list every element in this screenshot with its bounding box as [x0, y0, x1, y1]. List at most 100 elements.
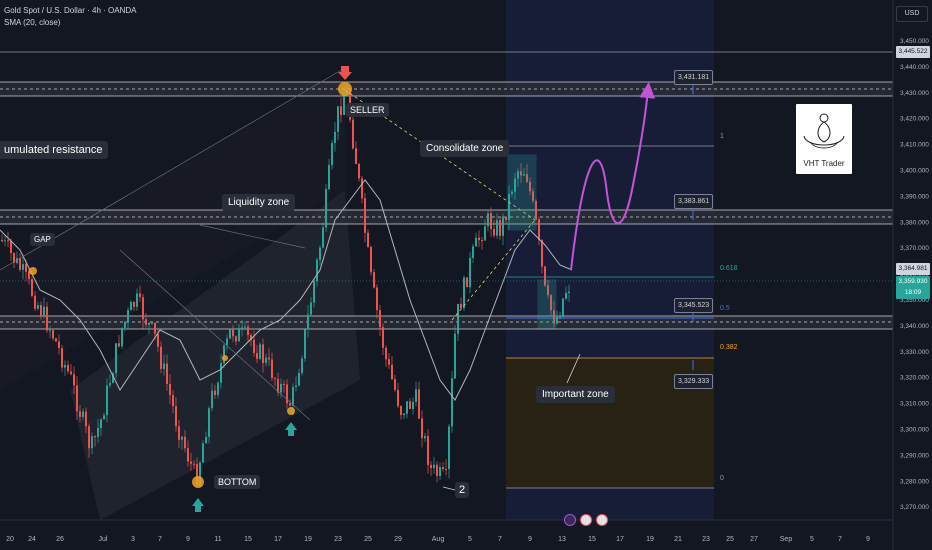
- price-chart[interactable]: 3,450.000 3,440.000 3,430.000 3,420.000 3,41…: [0, 0, 932, 550]
- candle-body: [256, 353, 258, 359]
- candle-body: [442, 467, 444, 469]
- price-tick-label: 3,400.000: [900, 168, 929, 175]
- candle-body: [139, 293, 141, 298]
- price-tick-label: 3,440.000: [900, 64, 929, 71]
- candle-body: [307, 314, 309, 330]
- symbol-title[interactable]: Gold Spot / U.S. Dollar · 4h · OANDA: [4, 5, 137, 17]
- candle-body: [409, 401, 411, 409]
- time-tick-label: 25: [726, 536, 734, 543]
- candle-body: [538, 219, 540, 241]
- us-flag-icon-2[interactable]: [596, 514, 608, 526]
- candle-body: [565, 293, 567, 299]
- candle-body: [193, 463, 195, 465]
- candle-body: [373, 272, 375, 288]
- candle-body: [430, 464, 432, 469]
- time-tick-label: 17: [274, 536, 282, 543]
- vht-trader-logo: VHT Trader: [796, 104, 852, 174]
- candle-body: [418, 389, 420, 419]
- candle-body: [160, 346, 162, 369]
- candle-body: [253, 339, 255, 354]
- level-badge-3345[interactable]: 3,345.523: [674, 298, 714, 313]
- consolidate-zone-label[interactable]: Consolidate zone: [420, 140, 510, 157]
- candle-body: [472, 246, 474, 258]
- time-tick-label: 11: [214, 536, 221, 543]
- candle-body: [187, 448, 189, 462]
- time-tick-label: 19: [304, 536, 312, 543]
- candle-body: [172, 395, 174, 407]
- candle-body: [76, 385, 78, 412]
- candle-body: [100, 419, 102, 429]
- candle-body: [106, 385, 108, 416]
- us-flag-icon[interactable]: [580, 514, 592, 526]
- candle-body: [136, 293, 138, 307]
- candle-body: [52, 330, 54, 339]
- candle-body: [214, 390, 216, 395]
- candle-body: [463, 277, 465, 309]
- candle-body: [49, 330, 51, 332]
- level-badge-3329[interactable]: 3,329.333: [674, 374, 714, 389]
- price-tick-label: 3,450.000: [900, 38, 929, 45]
- important-zone-label[interactable]: Important zone: [536, 386, 615, 403]
- candle-body: [79, 411, 81, 417]
- time-tick-label: Aug: [432, 536, 445, 543]
- candle-body: [1, 240, 3, 242]
- time-tick-label: 15: [244, 536, 252, 543]
- countdown-box: 18:09: [896, 287, 930, 299]
- candle-body: [70, 371, 72, 375]
- candle-body: [82, 411, 84, 417]
- wave-2-label[interactable]: 2: [455, 482, 470, 498]
- candle-body: [451, 378, 453, 427]
- time-tick-label: 7: [498, 536, 502, 543]
- candle-body: [298, 373, 300, 386]
- time-tick-label: 3: [131, 536, 135, 543]
- candle-body: [325, 189, 327, 228]
- candle-body: [217, 382, 219, 395]
- candle-body: [304, 329, 306, 359]
- seller-label[interactable]: SELLER: [346, 103, 389, 117]
- price-tick-label: 3,340.000: [900, 323, 929, 330]
- fib-label-5: 0.5: [720, 305, 730, 312]
- time-tick-label: 7: [838, 536, 842, 543]
- candle-body: [169, 383, 171, 396]
- candle-body: [286, 384, 288, 404]
- price-tick-label: 3,320.000: [900, 375, 929, 382]
- candle-body: [499, 220, 501, 236]
- candle-body: [73, 374, 75, 386]
- candle-body: [268, 357, 270, 360]
- time-tick-label: 23: [702, 536, 710, 543]
- top-level-price-box: 3,445.522: [896, 46, 930, 58]
- candle-body: [382, 327, 384, 348]
- candle-body: [460, 303, 462, 309]
- candle-body: [436, 464, 438, 476]
- level-badge-3383[interactable]: 3,383.861: [674, 194, 714, 209]
- level-badge-3431[interactable]: 3,431.181: [674, 70, 714, 85]
- two-pointer: [442, 486, 456, 491]
- time-tick-label: 9: [528, 536, 532, 543]
- candle-body: [157, 333, 159, 347]
- candle-body: [427, 436, 429, 465]
- candle-body: [94, 436, 96, 438]
- candle-body: [289, 403, 291, 406]
- gap-marker: [29, 267, 37, 275]
- candle-body: [244, 326, 246, 328]
- candle-body: [397, 389, 399, 407]
- time-tick-label: Sep: [780, 536, 793, 543]
- bottom-label[interactable]: BOTTOM: [214, 475, 261, 489]
- candle-body: [238, 327, 240, 342]
- flash-event-icon[interactable]: [564, 514, 576, 526]
- accumulated-resistance-label[interactable]: umulated resistance: [0, 141, 109, 159]
- candle-body: [202, 443, 204, 463]
- time-tick-label: 13: [558, 536, 566, 543]
- candle-body: [319, 247, 321, 260]
- fib-label-382: 0.382: [720, 344, 738, 351]
- gap-label[interactable]: GAP: [30, 233, 55, 246]
- candle-body: [559, 317, 561, 319]
- candle-body: [229, 329, 231, 339]
- time-axis[interactable]: 20 24 26 Jul 3 7 9 11 15 17 19 23 25 29 Aug 5 7 9 13 15 17 19…: [6, 536, 870, 543]
- currency-selector[interactable]: USD: [896, 6, 928, 22]
- consolidate-box: [507, 154, 537, 231]
- liquidity-zone-label[interactable]: Liquidity zone: [222, 194, 296, 211]
- candle-body: [235, 336, 237, 342]
- candle-body: [394, 379, 396, 390]
- indicator-legend[interactable]: SMA (20, close): [4, 17, 137, 29]
